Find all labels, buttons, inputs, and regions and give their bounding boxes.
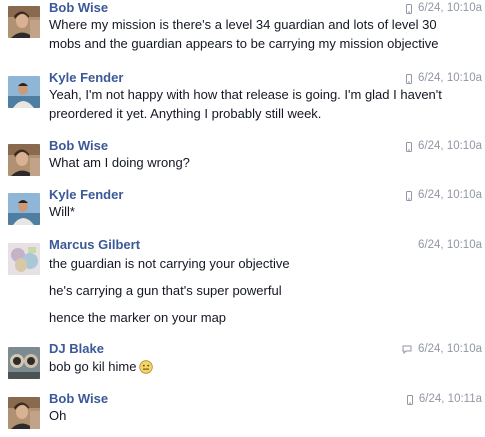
timestamp: 6/24, 10:11a (406, 392, 482, 407)
message: Bob Wise 6/24, 10:10a Where my mission i… (0, 0, 485, 60)
message: Bob Wise 6/24, 10:11a Oh (0, 391, 485, 433)
timestamp: 6/24, 10:10a (406, 71, 482, 86)
sender-name[interactable]: Bob Wise (49, 138, 108, 154)
sender-name[interactable]: Kyle Fender (49, 70, 123, 86)
message-text-content: bob go kil hime (49, 359, 137, 374)
message-text: Will* (49, 204, 75, 219)
message-text: hence the marker on your map (49, 310, 227, 325)
avatar[interactable] (8, 6, 40, 38)
timestamp: 6/24, 10:10a (406, 188, 482, 203)
message: Kyle Fender 6/24, 10:10a Yeah, I'm not h… (0, 70, 485, 130)
avatar[interactable] (8, 347, 40, 379)
message-text: he's carrying a gun that's super powerfu… (49, 283, 282, 298)
avatar[interactable] (8, 76, 40, 108)
sender-name[interactable]: Bob Wise (49, 391, 108, 407)
message-text: What am I doing wrong? (49, 155, 190, 170)
message-text: mobs and the guardian appears to be carr… (49, 36, 439, 51)
mobile-phone-icon (406, 190, 413, 201)
timestamp-text: 6/24, 10:10a (418, 239, 482, 251)
message-text: preordered it yet. Anything I probably s… (49, 106, 322, 121)
straight-face-emoji-icon (139, 360, 154, 374)
message: Marcus Gilbert 6/24, 10:10a the guardian… (0, 237, 485, 332)
message-text: Yeah, I'm not happy with how that releas… (49, 87, 442, 102)
mobile-phone-icon (406, 141, 413, 152)
timestamp: 6/24, 10:10a (406, 1, 482, 16)
sender-name[interactable]: Kyle Fender (49, 187, 123, 203)
mobile-phone-icon (406, 3, 413, 14)
sender-name[interactable]: Bob Wise (49, 0, 108, 16)
timestamp-text: 6/24, 10:11a (418, 393, 482, 405)
message: Bob Wise 6/24, 10:10a What am I doing wr… (0, 138, 485, 180)
timestamp-text: 6/24, 10:10a (418, 2, 482, 14)
sender-name[interactable]: Marcus Gilbert (49, 237, 140, 253)
avatar[interactable] (8, 193, 40, 225)
avatar[interactable] (8, 144, 40, 176)
timestamp-text: 6/24, 10:10a (418, 72, 482, 84)
timestamp-text: 6/24, 10:10a (418, 343, 482, 355)
mobile-phone-icon (406, 73, 413, 84)
chat-bubble-icon (402, 345, 412, 354)
message-text: Where my mission is there's a level 34 g… (49, 17, 437, 32)
timestamp: 6/24, 10:10a (406, 139, 482, 154)
message: Kyle Fender 6/24, 10:10a Will* (0, 187, 485, 229)
message: DJ Blake 6/24, 10:10a bob go kil hime (0, 341, 485, 383)
avatar[interactable] (8, 397, 40, 429)
timestamp-text: 6/24, 10:10a (418, 140, 482, 152)
avatar[interactable] (8, 243, 40, 275)
message-text: Oh (49, 408, 67, 423)
message-thread: Bob Wise 6/24, 10:10a Where my mission i… (0, 0, 485, 437)
message-text: the guardian is not carrying your object… (49, 256, 290, 271)
message-text: bob go kil hime (49, 358, 154, 376)
mobile-phone-icon (406, 394, 413, 405)
timestamp-text: 6/24, 10:10a (418, 189, 482, 201)
sender-name[interactable]: DJ Blake (49, 341, 104, 357)
timestamp: 6/24, 10:10a (418, 238, 482, 253)
timestamp: 6/24, 10:10a (402, 342, 482, 357)
